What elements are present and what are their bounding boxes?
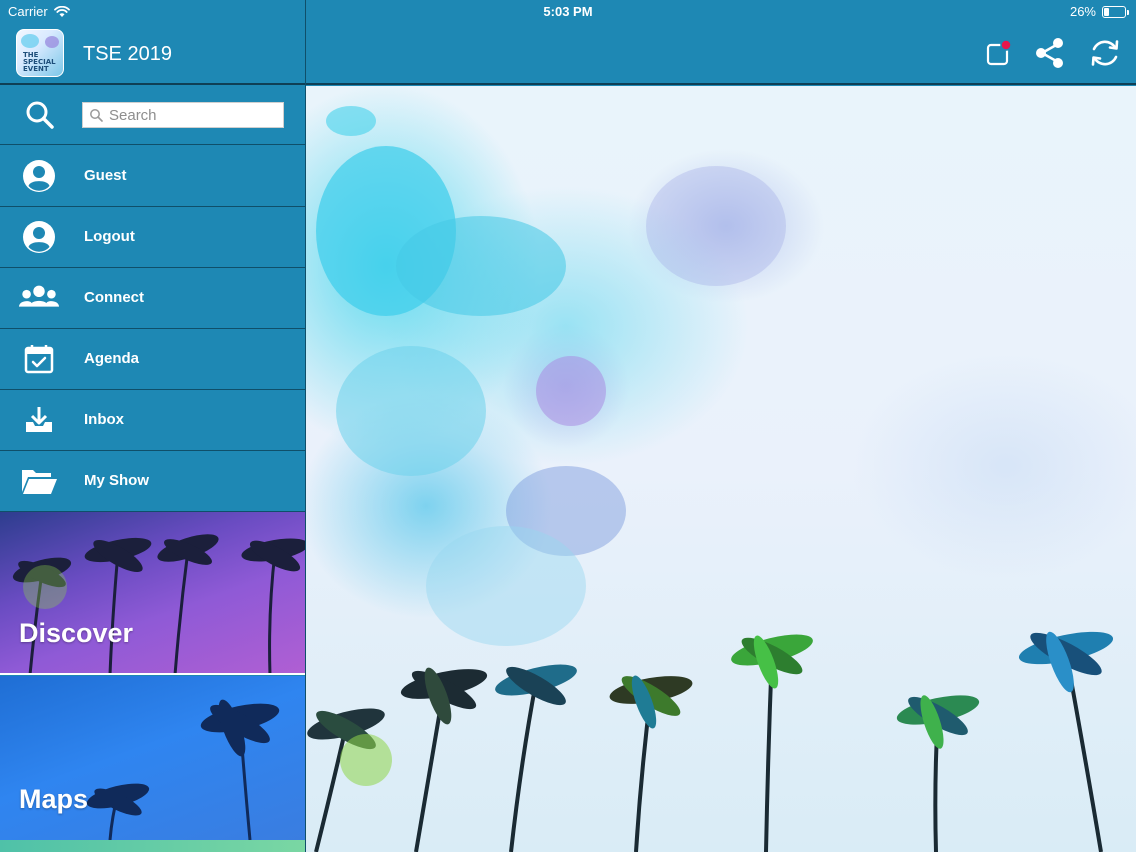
refresh-button[interactable]: [1088, 36, 1122, 70]
paint-splash: [396, 216, 566, 316]
sidebar-item-agenda[interactable]: Agenda: [0, 329, 305, 390]
battery-percent: 26%: [1069, 4, 1096, 19]
app-title: TSE 2019: [83, 43, 172, 65]
share-button[interactable]: [1033, 36, 1067, 70]
tile-discover[interactable]: Discover: [0, 512, 305, 675]
main-background-image: [306, 86, 1136, 852]
sidebar-item-label: Logout: [84, 228, 135, 245]
palm-trees-image: [12, 534, 305, 673]
app-logo: THE SPECIAL EVENT: [16, 29, 64, 77]
search-box[interactable]: [82, 102, 284, 128]
people-group-icon: [18, 280, 60, 316]
search-row: [0, 85, 305, 145]
inbox-download-icon: [18, 402, 60, 438]
sidebar-item-label: Agenda: [84, 350, 140, 367]
user-circle-icon: [18, 219, 60, 255]
sidebar-item-label: My Show: [84, 472, 150, 489]
share-icon: [1036, 38, 1063, 68]
battery-fill: [1104, 7, 1110, 16]
tile-discover-label: Discover: [19, 618, 134, 648]
app-logo-text: THE SPECIAL EVENT: [23, 51, 56, 73]
search-field-icon: [90, 109, 103, 122]
tile-maps-label: Maps: [19, 784, 89, 814]
user-circle-icon: [18, 158, 60, 194]
folder-open-icon: [18, 463, 60, 499]
palm-trees-image: [86, 699, 280, 840]
palm-trees-image: [307, 631, 1114, 852]
sidebar-item-logout[interactable]: Logout: [0, 207, 305, 268]
status-time: 5:03 PM: [543, 4, 593, 19]
status-right: 26%: [1069, 4, 1129, 19]
paint-splash: [646, 166, 786, 286]
sidebar-item-guest[interactable]: Guest: [0, 146, 305, 207]
paint-splash: [536, 356, 606, 426]
sidebar-menu: Guest Logout Connect Agenda Inbox My Sho…: [0, 146, 305, 512]
sidebar-item-label: Inbox: [84, 411, 124, 428]
sidebar-item-my-show[interactable]: My Show: [0, 451, 305, 512]
notification-button[interactable]: [982, 36, 1016, 70]
sidebar-item-label: Connect: [84, 289, 144, 306]
sidebar-item-label: Guest: [84, 167, 127, 184]
refresh-icon: [1091, 40, 1119, 66]
sidebar-item-connect[interactable]: Connect: [0, 268, 305, 329]
battery-icon: [1102, 5, 1129, 18]
paint-splash: [336, 346, 486, 476]
tile-maps[interactable]: Maps: [0, 676, 305, 840]
notification-icon: [986, 39, 1012, 66]
search-icon[interactable]: [24, 99, 56, 131]
sidebar-item-inbox[interactable]: Inbox: [0, 390, 305, 451]
status-bar: Carrier 5:03 PM 26%: [0, 0, 1136, 24]
tile-next-partial[interactable]: [0, 840, 305, 852]
paint-splash: [326, 106, 376, 136]
calendar-check-icon: [18, 341, 60, 377]
search-input[interactable]: [109, 106, 279, 124]
sidebar: THE SPECIAL EVENT TSE 2019 G: [0, 0, 306, 852]
